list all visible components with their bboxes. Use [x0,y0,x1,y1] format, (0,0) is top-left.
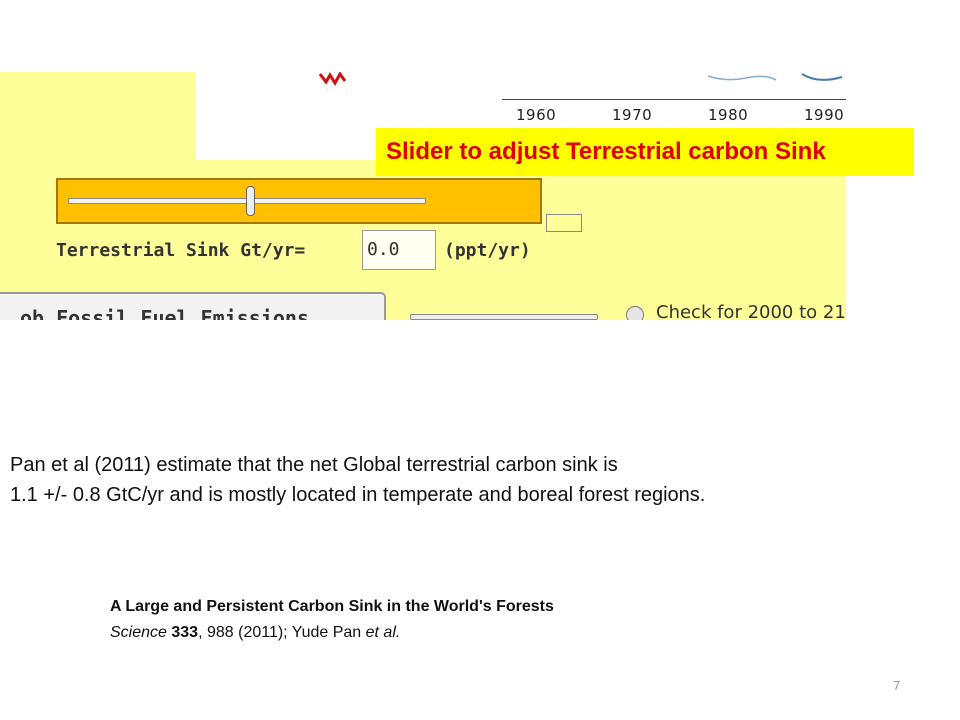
year-label: 1990 [804,106,845,124]
slider-callout: Slider to adjust Terrestrial carbon Sink [376,128,914,176]
year-label: 1960 [516,106,557,124]
check-2000-label: Check for 2000 to 21 [656,302,846,320]
reference-citation: A Large and Persistent Carbon Sink in th… [110,594,554,646]
check-2000-radio[interactable] [626,306,644,320]
year-axis: 1960 1970 1980 1990 2000 2010 [502,92,846,132]
reference-etal: et al. [365,624,401,641]
plot-trace-red [318,72,347,86]
body-paragraph: Pan et al (2011) estimate that the net G… [10,450,910,510]
reference-info: , 988 (2011); Yude Pan [198,624,366,641]
terrestrial-sink-slider[interactable] [56,178,542,224]
reference-volume: 333 [171,624,199,641]
x-axis-line [502,99,846,100]
sink-unit-label: (ppt/yr) [444,240,531,261]
reference-title: A Large and Persistent Carbon Sink in th… [110,598,554,615]
slider-value-box [546,214,582,232]
fossil-fuel-emissions-button[interactable]: ob Fossil Fuel Emissions [0,292,386,320]
model-screenshot: 1960 1970 1980 1990 2000 2010 Terrestria… [0,72,846,320]
reference-details: Science 333, 988 (2011); Yude Pan et al. [110,620,554,646]
reference-journal: Science [110,624,167,641]
page-number: 7 [893,678,901,693]
plot-trace-blue [707,73,843,81]
terrestrial-sink-input[interactable]: 0.0 [362,230,436,270]
fossil-slider-track[interactable] [410,314,598,320]
slider-thumb[interactable] [245,186,255,216]
body-line-1: Pan et al (2011) estimate that the net G… [10,454,618,476]
year-label: 1980 [708,106,749,124]
terrestrial-sink-label: Terrestrial Sink Gt/yr= [56,240,306,261]
body-line-2: 1.1 +/- 0.8 GtC/yr and is mostly located… [10,484,706,506]
year-label: 1970 [612,106,653,124]
